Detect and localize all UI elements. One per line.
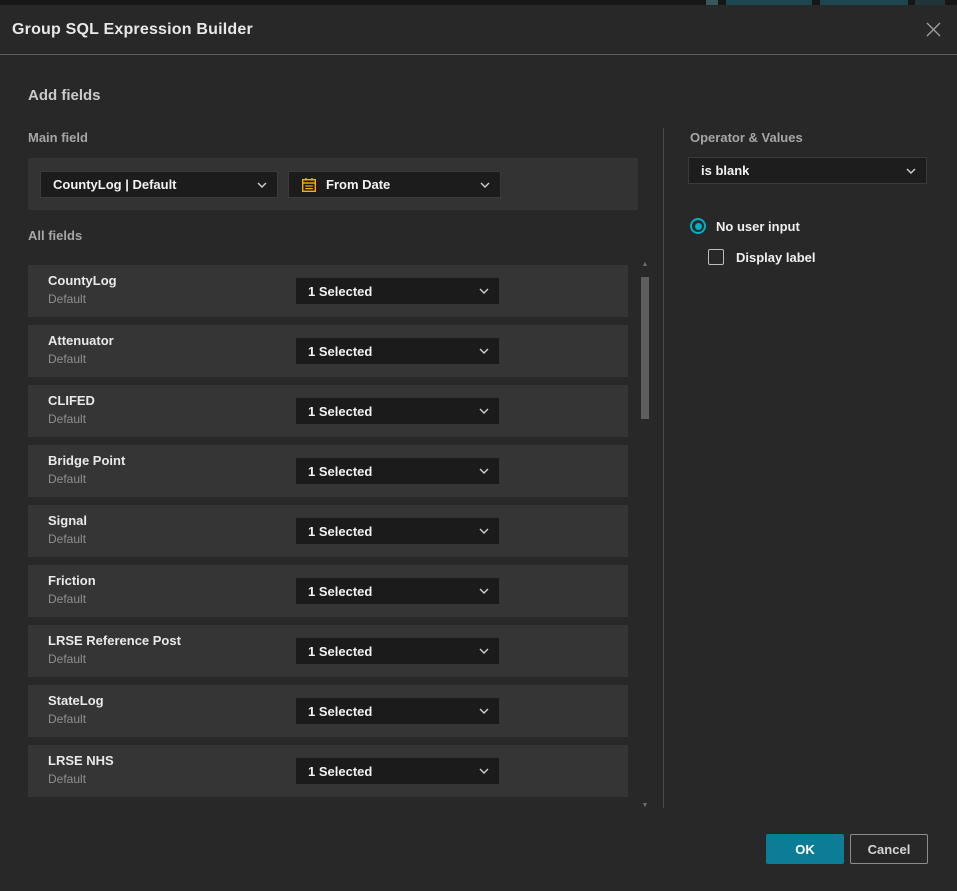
calendar-icon [301, 177, 317, 193]
scrollbar-thumb[interactable] [641, 277, 649, 419]
field-values-select[interactable]: 1 Selected [295, 397, 500, 425]
no-user-input-radio[interactable]: No user input [690, 218, 800, 234]
checkbox-unchecked-icon [708, 249, 724, 265]
all-fields-label: All fields [28, 228, 82, 243]
ok-button[interactable]: OK [766, 834, 844, 864]
scrollbar[interactable]: ▲ ▼ [638, 260, 652, 811]
chevron-down-icon [479, 288, 489, 294]
field-values-select-value: 1 Selected [308, 344, 372, 359]
field-values-select[interactable]: 1 Selected [295, 277, 500, 305]
radio-label: No user input [716, 219, 800, 234]
field-values-select[interactable]: 1 Selected [295, 337, 500, 365]
field-subtitle: Default [48, 352, 86, 366]
field-values-select[interactable]: 1 Selected [295, 637, 500, 665]
chevron-down-icon [479, 708, 489, 714]
field-name: CountyLog [48, 273, 117, 288]
field-values-select[interactable]: 1 Selected [295, 697, 500, 725]
layer-select-value: CountyLog | Default [53, 177, 177, 192]
field-name: Signal [48, 513, 87, 528]
chevron-down-icon [479, 648, 489, 654]
dialog-title: Group SQL Expression Builder [12, 5, 253, 54]
field-values-select-value: 1 Selected [308, 284, 372, 299]
field-name: StateLog [48, 693, 104, 708]
field-values-select-value: 1 Selected [308, 404, 372, 419]
group-sql-expression-builder-dialog: Group SQL Expression Builder Add fields … [0, 5, 957, 891]
field-row-countylog: CountyLog Default 1 Selected [28, 265, 628, 317]
main-field-label: Main field [28, 130, 88, 145]
layer-select[interactable]: CountyLog | Default [40, 171, 278, 198]
operator-values-label: Operator & Values [690, 130, 803, 145]
chevron-down-icon [257, 182, 267, 188]
field-name: CLIFED [48, 393, 95, 408]
field-values-select-value: 1 Selected [308, 464, 372, 479]
chevron-down-icon [479, 768, 489, 774]
cancel-button[interactable]: Cancel [850, 834, 928, 864]
field-name: Attenuator [48, 333, 114, 348]
scroll-up-icon[interactable]: ▲ [638, 260, 652, 270]
field-name: Friction [48, 573, 96, 588]
operator-select-value: is blank [701, 163, 749, 178]
field-values-select-value: 1 Selected [308, 704, 372, 719]
field-values-select[interactable]: 1 Selected [295, 757, 500, 785]
main-field-select[interactable]: From Date [288, 171, 501, 198]
field-name: LRSE NHS [48, 753, 114, 768]
chevron-down-icon [479, 528, 489, 534]
field-values-select-value: 1 Selected [308, 584, 372, 599]
chevron-down-icon [479, 348, 489, 354]
chevron-down-icon [479, 408, 489, 414]
field-values-select[interactable]: 1 Selected [295, 457, 500, 485]
checkbox-label: Display label [736, 250, 815, 265]
operator-select[interactable]: is blank [688, 157, 927, 184]
field-values-select-value: 1 Selected [308, 524, 372, 539]
section-title-add-fields: Add fields [28, 87, 101, 104]
field-values-select[interactable]: 1 Selected [295, 517, 500, 545]
field-row-statelog: StateLog Default 1 Selected [28, 685, 628, 737]
field-subtitle: Default [48, 652, 86, 666]
field-name: LRSE Reference Post [48, 633, 181, 648]
field-row-lrse-reference-post: LRSE Reference Post Default 1 Selected [28, 625, 628, 677]
chevron-down-icon [906, 168, 916, 174]
chevron-down-icon [479, 468, 489, 474]
field-row-bridge-point: Bridge Point Default 1 Selected [28, 445, 628, 497]
main-field-band: CountyLog | Default From Date [28, 158, 638, 210]
field-name: Bridge Point [48, 453, 125, 468]
field-subtitle: Default [48, 532, 86, 546]
panel-divider [663, 128, 664, 808]
field-subtitle: Default [48, 472, 86, 486]
field-subtitle: Default [48, 592, 86, 606]
field-subtitle: Default [48, 412, 86, 426]
field-subtitle: Default [48, 712, 86, 726]
field-row-lrse-nhs: LRSE NHS Default 1 Selected [28, 745, 628, 797]
radio-selected-icon [690, 218, 706, 234]
field-subtitle: Default [48, 292, 86, 306]
field-row-signal: Signal Default 1 Selected [28, 505, 628, 557]
display-label-checkbox[interactable]: Display label [708, 249, 815, 265]
scroll-down-icon[interactable]: ▼ [638, 801, 652, 811]
field-subtitle: Default [48, 772, 86, 786]
main-field-select-value: From Date [326, 177, 390, 192]
dialog-titlebar: Group SQL Expression Builder [0, 5, 957, 55]
field-values-select-value: 1 Selected [308, 764, 372, 779]
close-icon[interactable] [923, 19, 943, 39]
field-row-clifed: CLIFED Default 1 Selected [28, 385, 628, 437]
field-row-friction: Friction Default 1 Selected [28, 565, 628, 617]
chevron-down-icon [480, 182, 490, 188]
field-values-select-value: 1 Selected [308, 644, 372, 659]
field-row-attenuator: Attenuator Default 1 Selected [28, 325, 628, 377]
field-values-select[interactable]: 1 Selected [295, 577, 500, 605]
chevron-down-icon [479, 588, 489, 594]
